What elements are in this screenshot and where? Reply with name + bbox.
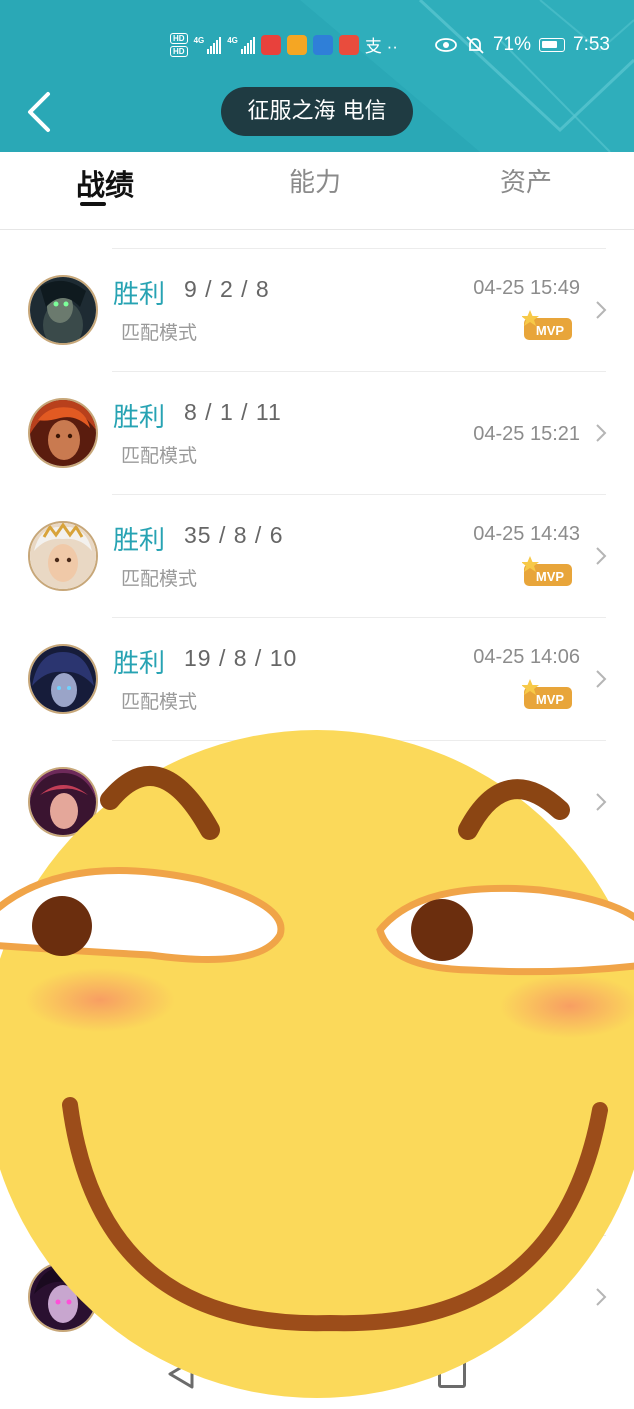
active-tab-indicator — [80, 202, 106, 206]
chevron-right-icon — [596, 424, 607, 442]
row-divider — [112, 371, 606, 372]
row-divider — [112, 1235, 606, 1236]
champion-avatar — [28, 398, 98, 468]
app-notification-icon — [338, 34, 359, 55]
match-result: 胜利 — [113, 280, 166, 310]
row-divider — [112, 248, 606, 249]
kda: 9 / 2 / 8 — [184, 276, 270, 302]
match-row[interactable]: 胜利 35 / 8 / 6 匹配模式 04-25 14:43 MVP — [0, 494, 634, 617]
game-mode: 匹配模式 — [121, 445, 198, 467]
match-time: 04-25 14:06 — [473, 646, 580, 668]
mvp-badge: MVP — [522, 556, 572, 586]
match-time: 04-25 14:43 — [473, 523, 580, 545]
battery-percent: 71% — [492, 34, 532, 55]
back-button[interactable] — [22, 88, 62, 136]
clock: 7:53 — [573, 34, 610, 55]
kda: 8 / 1 / 11 — [184, 399, 282, 425]
chevron-right-icon — [596, 547, 607, 565]
system-nav-bar — [0, 1340, 634, 1409]
tab-assets[interactable]: 资产 — [500, 162, 552, 199]
app-notification-icon — [312, 34, 333, 55]
status-bar: HD HD 4G 4G 支 ·· 71% 7:53 — [0, 28, 634, 68]
nav-home-icon[interactable] — [438, 1360, 466, 1388]
app-header: HD HD 4G 4G 支 ·· 71% 7:53 征服之海 电信 — [0, 0, 634, 152]
match-time: 04-25 15:21 — [473, 423, 580, 445]
champion-avatar — [28, 275, 98, 345]
game-mode: 匹配模式 — [121, 691, 198, 713]
champion-avatar — [28, 767, 98, 837]
svg-text:MVP: MVP — [536, 569, 565, 584]
match-result: 胜利 — [113, 526, 166, 556]
chevron-right-icon — [596, 301, 607, 319]
row-divider — [112, 740, 606, 741]
row-divider — [112, 617, 606, 618]
game-mode: 匹配模式 — [121, 322, 198, 344]
hd-voice-icon: HD HD — [170, 32, 188, 57]
row-divider — [112, 494, 606, 495]
signal-1-icon: 4G — [194, 36, 222, 54]
match-time: 04-25 15:49 — [473, 277, 580, 299]
chevron-right-icon — [596, 1288, 607, 1306]
champion-avatar — [28, 521, 98, 591]
svg-text:MVP: MVP — [536, 323, 565, 338]
more-notifications-icon: 支 ·· — [364, 37, 398, 56]
eye-icon — [435, 38, 457, 52]
bell-muted-icon — [466, 36, 484, 54]
match-row[interactable]: 胜利 8 / 1 / 11 匹配模式 04-25 15:21 — [0, 371, 634, 494]
svg-text:MVP: MVP — [536, 692, 565, 707]
kda: 35 / 8 / 6 — [184, 522, 284, 548]
battery-icon — [539, 38, 566, 52]
chevron-right-icon — [596, 670, 607, 688]
kda: 19 / 8 / 10 — [184, 645, 298, 671]
mvp-badge: MVP — [522, 679, 572, 709]
game-mode: 匹配模式 — [121, 568, 198, 590]
match-result: 胜利 — [113, 649, 166, 679]
nav-back-icon[interactable] — [166, 1358, 196, 1390]
champion-avatar — [28, 644, 98, 714]
match-row[interactable]: 胜利 9 / 2 / 8 匹配模式 04-25 15:49 MVP — [0, 248, 634, 371]
app-notification-icon — [260, 34, 281, 55]
chevron-right-icon — [596, 793, 607, 811]
match-result: 胜利 — [113, 403, 166, 433]
tab-record[interactable]: 战绩 — [76, 162, 134, 204]
tab-bar: 战绩 能力 资产 — [0, 152, 634, 230]
signal-2-icon: 4G — [227, 36, 255, 54]
tab-ability[interactable]: 能力 — [289, 162, 341, 199]
app-notification-icon — [286, 34, 307, 55]
champion-avatar — [28, 1262, 98, 1332]
mvp-badge: MVP — [522, 310, 572, 340]
chevron-left-icon — [28, 92, 50, 132]
server-title[interactable]: 征服之海 电信 — [221, 87, 413, 136]
match-row[interactable]: 胜利 19 / 8 / 10 匹配模式 04-25 14:06 MVP — [0, 617, 634, 740]
match-row[interactable] — [0, 740, 634, 863]
